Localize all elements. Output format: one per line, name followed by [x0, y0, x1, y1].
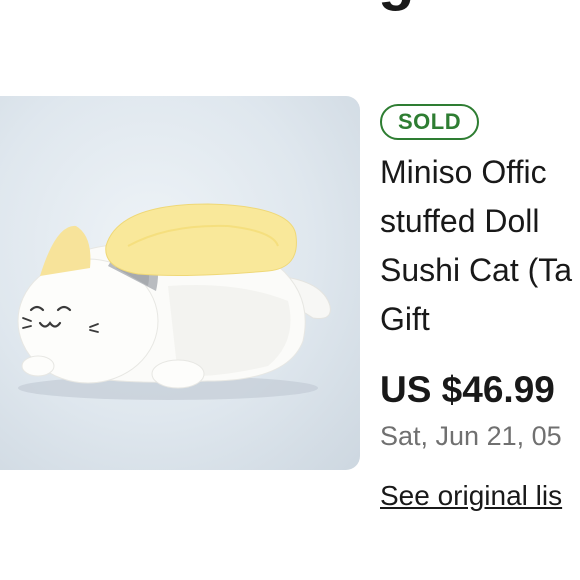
listing-title-line: Miniso Offic	[380, 154, 547, 191]
sold-price: US $46.99	[380, 369, 555, 411]
listing-info: SOLD Miniso Offic stuffed Doll Sushi Cat…	[380, 104, 580, 512]
product-image[interactable]	[0, 96, 360, 470]
page-heading-fragment: g	[378, 0, 415, 8]
sold-status-badge: SOLD	[380, 104, 480, 141]
see-original-listing-link[interactable]: See original lis	[380, 480, 562, 512]
sold-date: Sat, Jun 21, 05	[380, 421, 562, 452]
sushi-cat-plush-image	[17, 203, 331, 400]
listing-title[interactable]: Miniso Offic stuffed Doll Sushi Cat (Ta …	[380, 148, 580, 344]
listing-title-line: stuffed Doll	[380, 203, 540, 240]
listing-title-line: Gift	[380, 301, 430, 338]
listing-title-line: Sushi Cat (Ta	[380, 252, 573, 289]
